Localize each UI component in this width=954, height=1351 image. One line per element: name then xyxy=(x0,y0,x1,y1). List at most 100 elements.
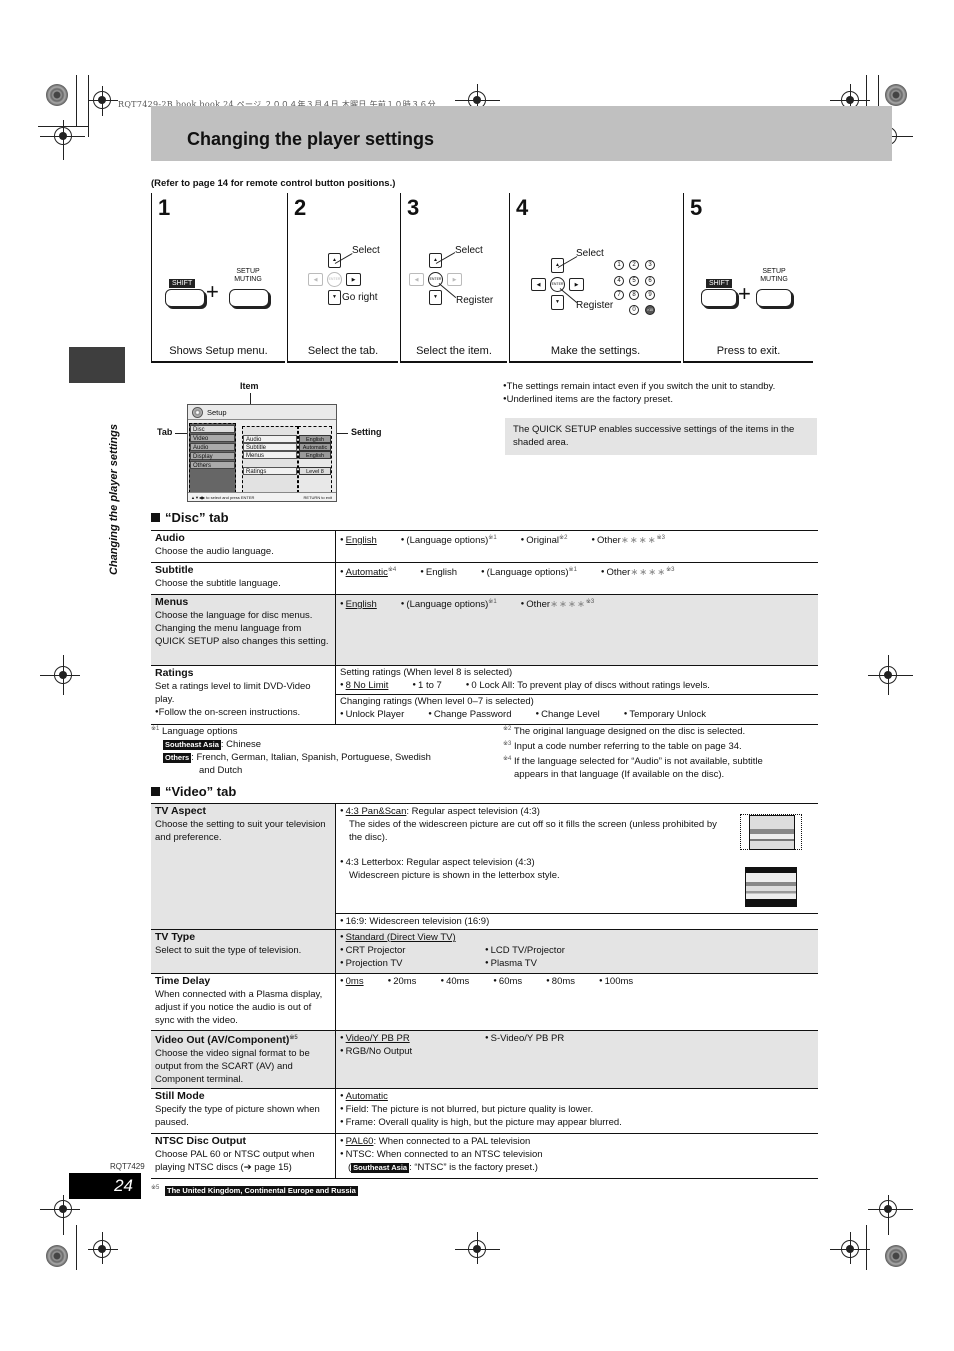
step-1: 1 SHIFT + SETUP MUTING Shows Setup menu. xyxy=(151,193,285,363)
option-video-ypbpr[interactable]: Video/Y PB PR xyxy=(340,1032,461,1045)
down-arrow-key[interactable]: ▼ xyxy=(551,295,564,310)
option-item[interactable]: English xyxy=(340,534,377,547)
digit-key[interactable]: 3 xyxy=(645,260,655,270)
region-badge: Southeast Asia xyxy=(351,1163,410,1173)
option-text: Field: The picture is not blurred, but p… xyxy=(345,1104,594,1115)
option-item[interactable]: Unlock Player xyxy=(340,708,405,721)
square-bullet-icon xyxy=(151,513,160,522)
setup-muting-button[interactable] xyxy=(229,289,269,307)
option-text: 4:3 Letterbox: Regular aspect television… xyxy=(345,857,535,868)
osd-setting[interactable]: Level 8 xyxy=(299,467,331,475)
osd-tab[interactable]: Others xyxy=(190,461,235,469)
option-item[interactable]: Change Level xyxy=(536,708,600,721)
option-item[interactable]: 1 to 7 xyxy=(412,679,442,692)
step-3: 3 ▲ ◀ ENTER ▶ ▼ Select Register Select t… xyxy=(400,193,507,363)
option-text: 0ms xyxy=(345,976,364,987)
option-item[interactable]: (Language options)※1 xyxy=(401,532,496,547)
footnote-text: Language options xyxy=(162,726,238,737)
osd-tab[interactable]: Disc xyxy=(190,425,235,433)
option-item[interactable]: 40ms xyxy=(440,975,469,988)
osd-setting[interactable]: Automatic xyxy=(299,443,331,451)
osd-setting[interactable]: English xyxy=(299,451,331,459)
right-arrow-key[interactable]: ▶ xyxy=(346,273,361,286)
digit-key[interactable]: 2 xyxy=(629,260,639,270)
option-text: Video/Y PB PR xyxy=(345,1033,410,1044)
osd-item[interactable]: Subtitle xyxy=(243,443,297,451)
footnote-line: ※1 Language options xyxy=(151,723,491,738)
down-arrow-key[interactable]: ▼ xyxy=(328,290,341,305)
option-crt-projector[interactable]: CRT Projector xyxy=(340,944,461,957)
option-item[interactable]: 80ms xyxy=(546,975,575,988)
enter-button[interactable]: ENTER xyxy=(327,272,342,287)
color-target-top-right xyxy=(885,84,907,106)
osd-tab[interactable]: Video xyxy=(190,434,235,442)
option-item[interactable]: Change Password xyxy=(428,708,512,721)
digit-key[interactable]: 7 xyxy=(614,290,624,300)
option-item[interactable]: Other∗∗∗∗※3 xyxy=(521,596,594,611)
digit-key[interactable]: 8 xyxy=(629,290,639,300)
shift-button[interactable] xyxy=(701,289,737,307)
shift-button[interactable] xyxy=(165,289,205,307)
setting-desc: Choose the language for disc menus. Chan… xyxy=(155,610,329,647)
option-item[interactable]: 100ms xyxy=(599,975,634,988)
option-16-9[interactable]: 16:9: Widescreen television (16:9) xyxy=(340,915,490,928)
setting-cell: Audio Choose the audio language. xyxy=(151,531,336,562)
page-code: RQT7429 xyxy=(110,1162,145,1171)
option-4-3-letterbox[interactable]: 4:3 Letterbox: Regular aspect television… xyxy=(340,856,535,869)
digit-key[interactable]: 5 xyxy=(629,276,639,286)
digit-key[interactable]: 4 xyxy=(614,276,624,286)
option-item[interactable]: 8 No Limit xyxy=(340,679,389,692)
option-item[interactable]: 0ms xyxy=(340,975,364,988)
option-item[interactable]: Original※2 xyxy=(521,532,567,547)
setting-cell: Ratings Set a ratings level to limit DVD-… xyxy=(151,666,336,724)
option-automatic[interactable]: Automatic xyxy=(340,1090,388,1103)
option-rgb[interactable]: RGB/No Output xyxy=(340,1045,461,1058)
left-arrow-key[interactable]: ◀ xyxy=(308,273,323,286)
left-arrow-key[interactable]: ◀ xyxy=(531,278,546,291)
digit-key[interactable]: 1 xyxy=(614,260,624,270)
osd-tab[interactable]: Audio xyxy=(190,443,235,451)
osd-item[interactable]: Menus xyxy=(243,451,297,459)
osd-tab[interactable]: Display xyxy=(190,452,235,460)
option-item[interactable]: 20ms xyxy=(388,975,416,988)
down-arrow-key[interactable]: ▼ xyxy=(429,290,442,305)
option-item[interactable]: English xyxy=(340,598,377,611)
digit-key[interactable]: 9 xyxy=(645,290,655,300)
setup-label: SETUP MUTING xyxy=(754,268,794,284)
option-s-video[interactable]: S-Video/Y PB PR xyxy=(485,1032,790,1045)
osd-item-list: Audio Subtitle Menus Ratings xyxy=(242,426,298,493)
osd-setting[interactable]: English xyxy=(299,435,331,443)
right-arrow-key[interactable]: ▶ xyxy=(447,273,462,286)
left-arrow-key[interactable]: ◀ xyxy=(409,273,424,286)
scene-image xyxy=(746,873,796,899)
option-item[interactable]: Temporary Unlock xyxy=(624,708,706,721)
option-4-3-pan-scan[interactable]: 4:3 Pan&Scan xyxy=(340,805,407,818)
option-item[interactable]: 0 Lock All: To prevent play of discs wit… xyxy=(466,679,710,692)
option-projection-tv[interactable]: Projection TV xyxy=(340,957,461,970)
footnote-mark: ※1 xyxy=(151,726,160,732)
option-item[interactable]: (Language options)※1 xyxy=(481,564,577,579)
option-field[interactable]: Field: The picture is not blurred, but p… xyxy=(340,1103,593,1116)
option-item[interactable]: English xyxy=(420,566,457,579)
option-pal60[interactable]: PAL60 xyxy=(340,1135,374,1148)
digit-key[interactable]: 0 xyxy=(629,305,639,315)
option-frame[interactable]: Frame: Overall quality is high, but the … xyxy=(340,1116,622,1129)
option-item[interactable]: Other∗∗∗∗※3 xyxy=(591,532,665,547)
digit-key-10-plus[interactable]: >10 xyxy=(645,305,655,315)
option-item[interactable]: Automatic※4 xyxy=(340,564,397,579)
disc-icon xyxy=(192,407,203,418)
digit-key[interactable]: 6 xyxy=(645,276,655,286)
setup-muting-button[interactable] xyxy=(756,289,792,307)
option-ntsc[interactable]: NTSC: When connected to an NTSC televisi… xyxy=(340,1148,543,1161)
option-item[interactable]: Other∗∗∗∗※3 xyxy=(601,564,675,579)
right-arrow-key[interactable]: ▶ xyxy=(569,278,584,291)
option-standard[interactable]: Standard (Direct View TV) xyxy=(340,931,456,944)
osd-item[interactable]: Ratings xyxy=(243,467,297,475)
osd-item[interactable]: Audio xyxy=(243,435,297,443)
option-item[interactable]: 60ms xyxy=(493,975,522,988)
footnote-line: ※2 The original language designed on the… xyxy=(503,723,823,738)
option-plasma-tv[interactable]: Plasma TV xyxy=(485,957,790,970)
color-target-bottom-right xyxy=(885,1245,907,1267)
option-item[interactable]: (Language options)※1 xyxy=(401,596,496,611)
option-lcd-tv[interactable]: LCD TV/Projector xyxy=(485,944,790,957)
